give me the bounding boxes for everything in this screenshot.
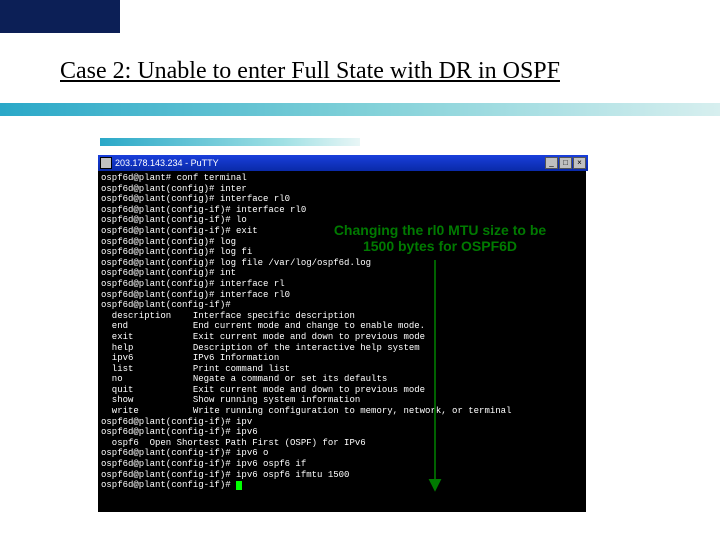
subtitle-bar <box>100 138 360 146</box>
decorative-block <box>0 0 120 33</box>
minimize-button[interactable]: _ <box>545 157 558 169</box>
slide-title: Case 2: Unable to enter Full State with … <box>60 58 700 85</box>
window-titlebar: 203.178.143.234 - PuTTY _ □ × <box>98 155 588 171</box>
window-title: 203.178.143.234 - PuTTY <box>115 158 219 168</box>
arrow-icon <box>415 260 475 500</box>
title-underline-bar <box>0 103 720 116</box>
putty-icon <box>100 157 112 169</box>
annotation-text: Changing the rl0 MTU size to be 1500 byt… <box>330 222 550 254</box>
maximize-button[interactable]: □ <box>559 157 572 169</box>
window-buttons: _ □ × <box>545 157 588 169</box>
close-button[interactable]: × <box>573 157 586 169</box>
cursor-icon <box>236 481 242 490</box>
